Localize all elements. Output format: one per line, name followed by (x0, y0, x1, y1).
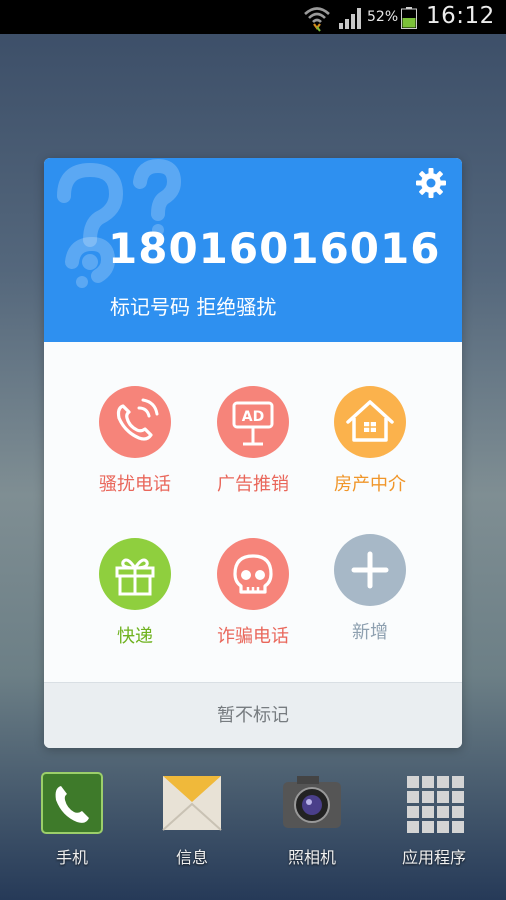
signal-icon (339, 8, 361, 29)
mark-number-dialog: 18016016016 标记号码 拒绝骚扰 骚扰电话 AD 广告推销 房产中介 … (44, 158, 462, 748)
plus-icon (334, 534, 406, 606)
mark-option-real-estate[interactable]: 房产中介 (311, 386, 429, 496)
mark-option-label: 房产中介 (334, 474, 406, 495)
ad-sign-icon: AD (217, 386, 289, 458)
dock-label: 应用程序 (401, 848, 466, 867)
dock-messages[interactable]: 信息 (142, 770, 242, 868)
mark-option-label: 骚扰电话 (99, 474, 171, 495)
status-bar: 52% 16:12 (0, 0, 506, 34)
mark-option-label: 快递 (117, 626, 153, 647)
skip-marking-label: 暂不标记 (217, 705, 289, 726)
mark-option-label: 新增 (352, 622, 388, 643)
mark-options-grid: 骚扰电话 AD 广告推销 房产中介 快递 诈骗电话 新增 (44, 342, 462, 682)
skull-icon (217, 538, 289, 610)
phone-app-icon (39, 770, 105, 836)
dock-label: 手机 (55, 848, 88, 867)
dock-label: 信息 (175, 848, 208, 867)
battery-icon (401, 7, 417, 29)
apps-grid-icon (401, 770, 467, 836)
mark-option-advertising[interactable]: AD 广告推销 (194, 386, 312, 496)
mark-option-fraud[interactable]: 诈骗电话 (194, 538, 312, 648)
camera-app-icon (279, 770, 345, 836)
phone-harass-icon (99, 386, 171, 458)
settings-gear-icon[interactable] (414, 166, 448, 200)
mark-option-label: 广告推销 (217, 474, 289, 495)
house-icon (334, 386, 406, 458)
gift-icon (99, 538, 171, 610)
mark-option-delivery[interactable]: 快递 (76, 538, 194, 648)
messages-app-icon (159, 770, 225, 836)
dialog-subtitle: 标记号码 拒绝骚扰 (110, 295, 277, 319)
battery-percent: 52% (367, 9, 399, 25)
skip-marking-button[interactable]: 暂不标记 (44, 682, 462, 748)
clock: 16:12 (426, 3, 495, 29)
dock-phone[interactable]: 手机 (22, 770, 122, 868)
mark-option-harassment[interactable]: 骚扰电话 (76, 386, 194, 496)
dialog-header: 18016016016 标记号码 拒绝骚扰 (44, 158, 462, 342)
mark-option-label: 诈骗电话 (217, 626, 289, 647)
wifi-icon (304, 7, 330, 32)
dock-label: 照相机 (287, 848, 336, 867)
dock-apps[interactable]: 应用程序 (384, 770, 484, 868)
mark-option-add-new[interactable]: 新增 (311, 534, 429, 644)
dock-camera[interactable]: 照相机 (262, 770, 362, 868)
svg-text:AD: AD (242, 409, 264, 425)
phone-number: 18016016016 (108, 224, 441, 273)
